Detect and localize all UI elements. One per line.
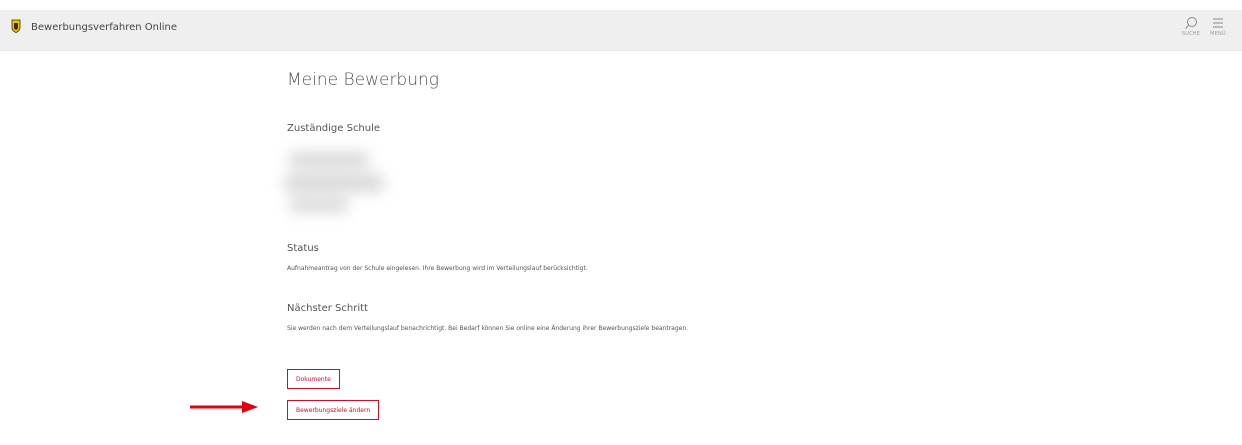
school-heading: Zuständige Schule	[287, 123, 381, 134]
page-title: Meine Bewerbung	[287, 70, 439, 90]
top-bar: Bewerbungsverfahren Online SUCHE MENÜ	[0, 10, 1242, 51]
app-title[interactable]: Bewerbungsverfahren Online	[31, 22, 177, 33]
next-step-heading: Nächster Schritt	[287, 303, 368, 314]
change-goals-button[interactable]: Bewerbungsziele ändern	[287, 400, 380, 420]
red-arrow-icon	[190, 401, 258, 413]
redacted-school-info	[279, 146, 399, 222]
coat-of-arms-logo-icon	[11, 19, 21, 33]
status-text: Aufnahmeantrag von der Schule eingelesen…	[287, 265, 588, 272]
menu-button[interactable]: MENÜ	[1205, 14, 1231, 46]
search-label: SUCHE	[1181, 31, 1201, 37]
menu-label: MENÜ	[1210, 31, 1226, 37]
status-heading: Status	[287, 243, 319, 254]
search-button[interactable]: SUCHE	[1178, 14, 1204, 46]
documents-button[interactable]: Dokumente	[287, 369, 340, 389]
search-icon	[1185, 17, 1197, 29]
next-step-text: Sie werden nach dem Verteilungslauf bena…	[287, 325, 689, 332]
hamburger-menu-icon	[1213, 18, 1223, 28]
